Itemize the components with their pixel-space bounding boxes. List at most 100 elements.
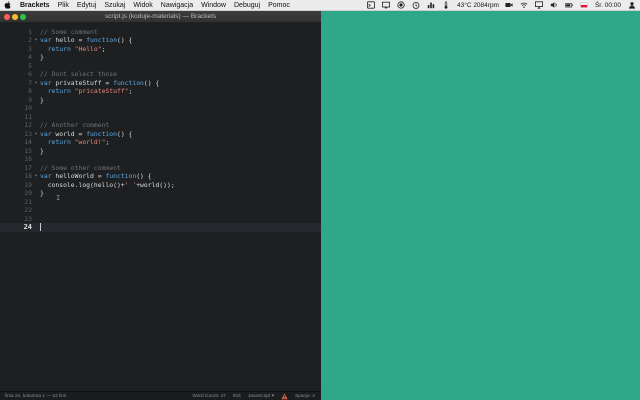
line-number: 9 [28,95,32,104]
battery-icon[interactable] [565,1,574,10]
code-line[interactable]: 13 ▾ var world = function() { [0,130,321,139]
code-token: } [40,95,44,104]
code-token: var [40,172,52,180]
code-line[interactable]: 1 // Some comment [0,28,321,37]
menubar-clock[interactable]: Śr. 00:00 [595,2,621,9]
line-code: return "pricateStuff"; [40,87,133,96]
user-icon[interactable] [627,1,636,10]
code-line[interactable]: 15} [0,147,321,156]
code-token: "world!" [74,138,106,146]
timer-icon[interactable] [412,1,421,10]
line-code: } [40,147,44,156]
code-line[interactable]: 11 [0,113,321,122]
brackets-window: script.js (koduje-materials) — Brackets … [0,11,321,400]
fold-gutter [32,138,40,147]
code-line[interactable]: 3 return "Hello"; [0,45,321,54]
code-line[interactable]: 9} [0,96,321,105]
fold-gutter [32,155,40,164]
code-token: } [40,53,44,61]
stats-icon[interactable] [427,1,436,10]
fold-gutter [32,206,40,215]
code-line[interactable]: 18 ▾ var helloWorld = function() { [0,172,321,181]
airplay-icon[interactable] [535,1,544,10]
code-token: console.log(hello()+ [40,180,125,189]
line-number: 4 [28,53,32,61]
code-line[interactable]: 20} [0,189,321,198]
line-number: 21 [24,197,32,206]
code-token: "pricateStuff" [74,87,129,95]
apple-icon[interactable] [0,1,16,9]
camera-icon[interactable] [505,1,514,10]
record-icon[interactable] [397,1,406,10]
code-token: // Some other comment [40,163,121,172]
screen-icon[interactable] [382,1,391,10]
flag-icon[interactable] [580,1,589,10]
line-number: 10 [24,104,32,112]
code-line[interactable]: 12 // Another comment [0,121,321,130]
volume-icon[interactable] [550,1,559,10]
menu-window[interactable]: Window [197,0,230,11]
code-line[interactable]: 24 [0,223,321,232]
code-token: () { [136,172,152,180]
indent-spaces[interactable]: Spacje: 2 [295,394,315,399]
status-bar: linia 24, kolumna 1 — 24 linii Word Coun… [0,391,321,400]
code-line[interactable]: 23 [0,215,321,224]
menu-edytuj[interactable]: Edytuj [73,0,100,11]
window-titlebar[interactable]: script.js (koduje-materials) — Brackets [0,11,321,23]
code-line[interactable]: 19 console.log(hello()+' '+world()); [0,181,321,190]
word-count: Word Count: 47 [192,393,226,399]
code-line[interactable]: 10 [0,104,321,113]
ins-toggle[interactable]: INS [233,394,241,399]
fold-gutter [32,198,40,207]
fold-gutter [32,70,40,79]
code-token: var [40,36,52,44]
line-code: var privateStuff = function() { [40,79,159,88]
menu-szukaj[interactable]: Szukaj [100,0,129,11]
line-number: 23 [24,214,32,223]
line-number: 20 [24,189,32,197]
code-token: } [40,146,44,155]
wifi-icon[interactable] [520,1,529,10]
macos-menu-bar: Brackets Plik Edytuj Szukaj Widok Nawiga… [0,0,640,11]
menu-pomoc[interactable]: Pomoc [264,0,294,11]
fold-gutter [32,223,40,232]
menu-nawigacja[interactable]: Nawigacja [157,0,197,11]
code-token: () { [116,36,133,44]
code-token: // Dont select those [40,70,117,78]
language-select[interactable]: JavaScript ▾ [248,394,274,399]
menu-widok[interactable]: Widok [129,0,156,11]
code-line[interactable]: 22 [0,206,321,215]
fold-toggle-icon[interactable]: ▾ [32,79,40,88]
code-line[interactable]: 16 [0,155,321,164]
code-token: world = [51,129,87,138]
menu-debuguj[interactable]: Debuguj [230,0,264,11]
code-line[interactable]: 4} [0,53,321,62]
fold-gutter [32,53,40,62]
code-token: return [47,44,71,53]
fold-gutter [32,113,40,122]
code-line[interactable]: 6 // Dont select those [0,70,321,79]
code-line[interactable]: 8 return "pricateStuff"; [0,87,321,96]
line-number: 2 [28,36,32,44]
menu-app-brackets[interactable]: Brackets [16,0,54,11]
code-line[interactable]: 17 // Some other comment [0,164,321,173]
code-line[interactable]: 5 [0,62,321,71]
menubar-status-area: 43°C 2084rpm Śr. 00:00 [367,0,640,11]
fold-toggle-icon[interactable]: ▾ [32,130,40,139]
line-number: 17 [24,163,32,172]
fold-toggle-icon[interactable]: ▾ [32,172,40,181]
line-number: 12 [24,121,32,129]
fold-toggle-icon[interactable]: ▾ [32,36,40,45]
code-token: privateStuff = [51,78,114,87]
code-token: ' ' [124,180,137,189]
line-number: 8 [28,87,32,95]
warning-icon[interactable] [281,393,288,400]
terminal-icon[interactable] [367,1,376,10]
code-line[interactable]: 2 ▾ var hello = function() { [0,36,321,45]
line-number: 3 [28,44,32,53]
code-editor[interactable]: 1// Some comment 2 ▾ var hello = function()… [0,24,321,392]
code-line[interactable]: 21 [0,198,321,207]
menu-plik[interactable]: Plik [54,0,73,11]
code-line[interactable]: 7 ▾ var privateStuff = function() { [0,79,321,88]
code-line[interactable]: 14 return "world!"; [0,138,321,147]
